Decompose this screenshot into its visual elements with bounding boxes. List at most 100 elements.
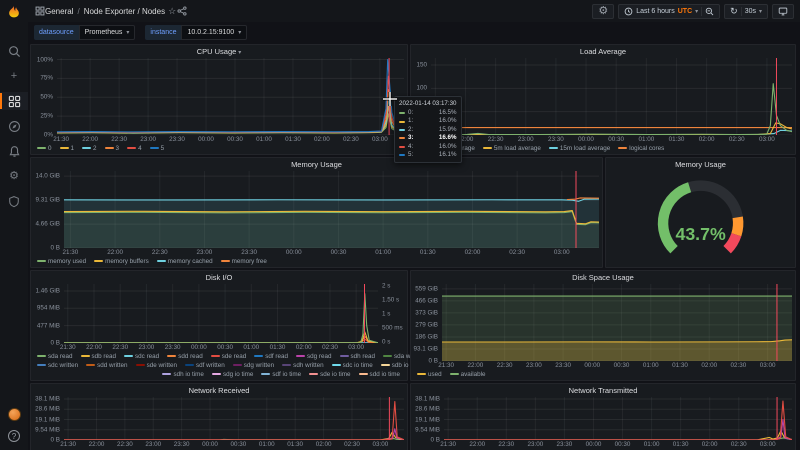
legend-item[interactable]: sdf read xyxy=(254,353,288,360)
legend-item[interactable]: 2 xyxy=(82,145,97,152)
panel-network-transmitted: Network Transmitted 38.1 MiB 28.6 MiB 19.1… xyxy=(410,383,796,450)
legend-label: 5 xyxy=(160,144,165,152)
panel-title[interactable]: CPU Usage ▾ xyxy=(31,45,407,58)
legend-item[interactable]: sdc read xyxy=(124,353,159,360)
zoom-out-icon[interactable] xyxy=(705,7,714,16)
legend-item[interactable]: used xyxy=(417,371,442,378)
legend-item[interactable]: sdb read xyxy=(80,353,116,360)
panel-title[interactable]: Load Average xyxy=(411,45,795,58)
x-tick: 22:30 xyxy=(111,136,127,143)
breadcrumb-dashboard[interactable]: Node Exporter / Nodes xyxy=(84,7,165,16)
disk-space-usage-graph[interactable]: 559 GiB 466 GiB 373 GiB 279 GiB 186 GiB 93.1 … xyxy=(411,284,795,380)
legend-label: 0 xyxy=(48,144,52,152)
legend-item[interactable]: sdh read xyxy=(339,353,375,360)
panel-title[interactable]: Memory Usage xyxy=(31,158,602,171)
network-received-graph[interactable]: 38.1 MiB 28.6 MiB 19.1 MiB 9.54 MiB 0 B 21:30… xyxy=(31,396,407,450)
legend-item[interactable]: memory cached xyxy=(156,257,213,265)
legend-item[interactable]: sdh io time xyxy=(162,371,204,378)
divider xyxy=(740,6,742,16)
breadcrumb-folder[interactable]: General xyxy=(45,7,73,16)
legend-item[interactable]: 15m load average xyxy=(548,145,610,152)
legend-label: memory cached xyxy=(167,257,213,265)
panel-title[interactable]: Disk I/O xyxy=(31,271,407,284)
panel-title[interactable]: Network Transmitted xyxy=(411,384,795,397)
panel-title[interactable]: Network Received xyxy=(31,384,407,397)
sidebar-item-dashboards[interactable] xyxy=(0,92,28,110)
legend-swatch xyxy=(339,355,349,357)
dashboard-settings-button[interactable]: ⚙ xyxy=(592,3,615,19)
panel-title[interactable]: Disk Space Usage xyxy=(411,271,795,284)
legend-item[interactable]: 1 xyxy=(59,145,74,152)
legend-item[interactable]: sde written xyxy=(135,362,177,369)
x-tick: 21:30 xyxy=(59,344,76,351)
legend-item[interactable]: sdd io time xyxy=(358,371,400,378)
graph-canvas[interactable] xyxy=(57,58,404,135)
legend-item[interactable]: sdg io time xyxy=(211,371,253,378)
legend-item[interactable]: sde read xyxy=(210,353,246,360)
legend-item[interactable]: 3 xyxy=(104,145,119,152)
graph-canvas[interactable] xyxy=(64,397,404,440)
legend-item[interactable]: sdc io time xyxy=(331,362,373,369)
x-tick: 23:30 xyxy=(548,136,564,143)
legend-item[interactable]: logical cores xyxy=(618,145,664,152)
legend-item[interactable]: memory used xyxy=(37,258,86,265)
legend-item[interactable]: available xyxy=(449,371,486,378)
instance-select[interactable]: 10.0.2.15:9100 ▾ xyxy=(181,25,248,40)
legend-item[interactable]: sdf written xyxy=(185,362,225,369)
network-transmitted-graph[interactable]: 38.1 MiB 28.6 MiB 19.1 MiB 9.54 MiB 0 B 21:30… xyxy=(411,396,795,450)
legend-item[interactable]: sdd written xyxy=(86,362,128,369)
x-axis: 21:30 22:00 22:30 23:00 23:30 00:00 00:30 01:00… xyxy=(438,361,792,370)
legend-item[interactable]: sda read xyxy=(37,353,73,360)
legend-item[interactable]: sde io time xyxy=(309,371,351,378)
x-tick: 22:30 xyxy=(498,441,515,448)
legend-item[interactable]: sdc written xyxy=(37,362,78,369)
graph-canvas[interactable] xyxy=(64,171,599,248)
legend-item[interactable]: 0 xyxy=(37,145,52,152)
legend-item[interactable]: memory free xyxy=(220,258,267,265)
share-icon[interactable] xyxy=(176,6,187,17)
time-picker-button[interactable]: Last 6 hours UTC ▾ xyxy=(618,3,721,19)
panel-title[interactable]: Memory Usage xyxy=(606,158,795,171)
graph-canvas[interactable] xyxy=(431,58,792,135)
x-tick: 23:30 xyxy=(164,344,181,351)
legend-item[interactable]: sdf io time xyxy=(261,371,301,378)
x-tick: 22:00 xyxy=(467,362,484,369)
legend-item[interactable]: sdg read xyxy=(295,353,332,360)
sidebar-item-create[interactable]: + xyxy=(0,67,28,85)
sidebar-item-search[interactable] xyxy=(0,42,28,60)
memory-usage-graph[interactable]: 14.0 GiB 9.31 GiB 4.66 GiB 0 B 21:30 22:00 22:… xyxy=(31,171,602,267)
legend-item[interactable]: sdd read xyxy=(167,353,203,360)
grafana-logo-icon[interactable] xyxy=(6,4,22,20)
sidebar-item-alerting[interactable] xyxy=(0,142,28,160)
legend-item[interactable]: 5 xyxy=(149,144,165,152)
refresh-button[interactable]: ↻ 30s ▾ xyxy=(724,3,768,19)
legend-item[interactable]: sdg written xyxy=(232,362,274,369)
legend-swatch xyxy=(156,260,166,262)
legend-item[interactable]: 4 xyxy=(127,145,142,152)
user-avatar[interactable] xyxy=(7,408,21,421)
kiosk-mode-button[interactable] xyxy=(772,3,794,19)
x-tick: 03:00 xyxy=(759,362,776,369)
help-icon[interactable]: ? xyxy=(8,430,20,442)
datasource-select[interactable]: Prometheus ▾ xyxy=(78,25,136,40)
cpu-usage-graph[interactable]: 100% 75% 50% 25% 0% 21:30 22:00 22:30 23:00 23:30… xyxy=(31,56,407,154)
graph-canvas[interactable] xyxy=(64,284,378,343)
legend-item[interactable]: sdh written xyxy=(282,362,324,369)
graph-canvas[interactable] xyxy=(442,284,792,361)
sidebar-item-server-admin[interactable] xyxy=(0,192,28,210)
graph-canvas[interactable] xyxy=(444,397,792,440)
disk-io-graph[interactable]: 1.46 GiB 954 MiB 477 MiB 0 B 2 s 1.50 s 1 s 500… xyxy=(31,282,473,380)
gauge-value: 43.7% xyxy=(675,224,725,244)
load-average-graph[interactable]: 15010050021:3022:0022:3023:0023:3000:000… xyxy=(411,58,795,154)
legend-label: 5m load average xyxy=(493,144,541,152)
legend-item[interactable]: 5m load average xyxy=(482,144,541,152)
dashboard-variables: datasource Prometheus ▾ instance 10.0.2.… xyxy=(34,25,248,40)
plus-icon: + xyxy=(10,69,18,82)
y-tick: 954 MiB xyxy=(36,304,60,312)
legend-item[interactable]: memory buffers xyxy=(94,258,149,265)
sidebar-item-configuration[interactable]: ⚙ xyxy=(0,167,28,185)
x-tick: 00:00 xyxy=(202,441,218,448)
star-icon[interactable]: ☆ xyxy=(168,6,176,17)
bell-icon xyxy=(8,145,20,157)
sidebar-item-explore[interactable] xyxy=(0,117,28,135)
